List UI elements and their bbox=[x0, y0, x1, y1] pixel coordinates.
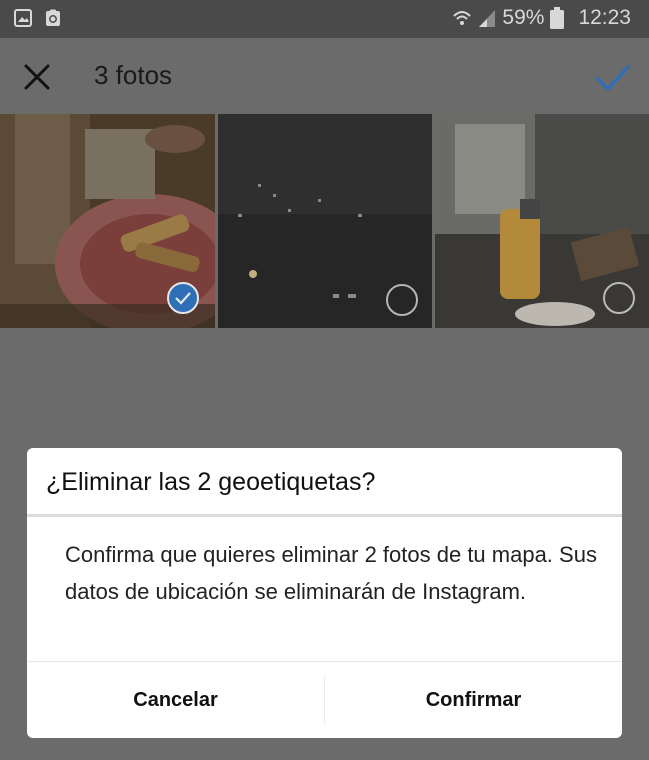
battery-icon bbox=[550, 7, 565, 29]
confirm-button[interactable]: Confirmar bbox=[325, 662, 622, 738]
wifi-icon bbox=[453, 11, 472, 25]
dialog-divider bbox=[27, 514, 622, 517]
clipboard-recycle-icon bbox=[46, 9, 60, 26]
dialog-message: Confirma que quieres eliminar 2 fotos de… bbox=[65, 542, 597, 604]
photo-grid bbox=[0, 114, 649, 328]
gallery-icon bbox=[14, 9, 32, 27]
photo-selected-check[interactable] bbox=[167, 282, 199, 314]
status-bar: 59% 12:23 bbox=[0, 0, 649, 38]
top-app-bar: 3 fotos bbox=[0, 38, 649, 114]
photo-select-circle[interactable] bbox=[386, 284, 418, 316]
dialog-title: ¿Eliminar las 2 geoetiquetas? bbox=[46, 468, 376, 496]
check-icon[interactable] bbox=[595, 60, 631, 96]
clock: 12:23 bbox=[578, 6, 631, 29]
cancel-button[interactable]: Cancelar bbox=[27, 662, 324, 738]
check-icon bbox=[175, 292, 191, 305]
photo-select-circle[interactable] bbox=[603, 282, 635, 314]
system-status: 59% 12:23 bbox=[452, 6, 631, 30]
signal-icon bbox=[479, 10, 496, 27]
table-bottle-photo[interactable] bbox=[435, 114, 649, 328]
page-title: 3 fotos bbox=[94, 60, 173, 90]
battery-percent: 59% bbox=[502, 6, 545, 29]
remove-geotags-dialog: ¿Eliminar las 2 geoetiquetas? Confirma q… bbox=[27, 448, 622, 738]
night-city-photo[interactable] bbox=[218, 114, 432, 328]
notification-icons bbox=[14, 9, 62, 27]
close-icon[interactable] bbox=[22, 62, 52, 92]
food-plate-photo[interactable] bbox=[0, 114, 215, 328]
